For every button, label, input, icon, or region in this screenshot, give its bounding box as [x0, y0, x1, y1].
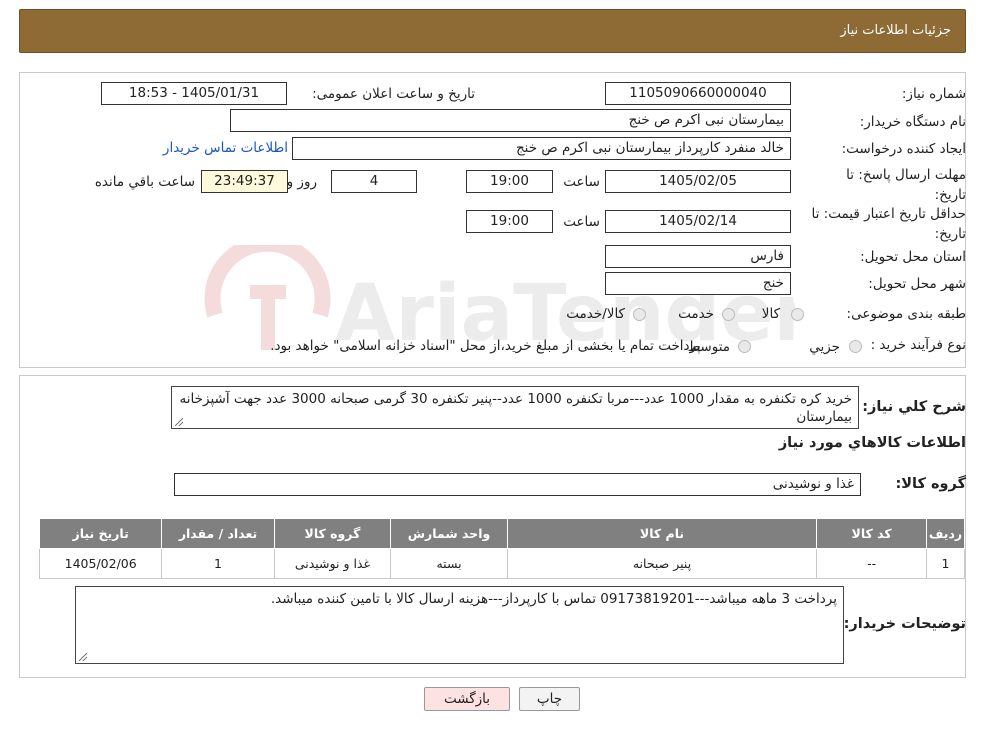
description-label: شرح کلي نياز:: [862, 399, 966, 415]
price-validity-time-field: 19:00: [466, 210, 553, 233]
cell-item-code: --: [816, 548, 928, 579]
goods-group-field: غذا و نوشیدنی: [174, 473, 861, 496]
buyer-org-field: بیمارستان نبی اکرم ص خنج: [230, 109, 791, 132]
price-validity-label-line1: حداقل تاریخ اعتبار قیمت: تا: [811, 206, 966, 222]
cell-row-number: 1: [926, 548, 965, 579]
description-text: خرید کره تکنفره به مقدار 1000 عدد---مربا…: [179, 391, 852, 425]
col-header-row-number: رديف: [926, 518, 965, 549]
reply-deadline-label-line2: تاریخ:: [934, 187, 966, 203]
buyer-contact-link[interactable]: اطلاعات تماس خریدار: [163, 140, 288, 156]
remaining-time-field: 23:49:37: [201, 170, 288, 193]
days-field: 4: [331, 170, 417, 193]
price-validity-label: حداقل تاریخ اعتبار قیمت: تا تاریخ:: [812, 204, 966, 244]
category-radio-goods[interactable]: [791, 308, 804, 321]
col-header-unit: واحد شمارش: [390, 518, 508, 549]
price-validity-date-field: 1405/02/14: [605, 210, 791, 233]
items-table-container: رديف کد کالا نام کالا واحد شمارش گروه کا…: [38, 518, 966, 579]
category-radio-service[interactable]: [722, 308, 735, 321]
announce-label: تاریخ و ساعت اعلان عمومی:: [312, 86, 475, 102]
province-field: فارس: [605, 245, 791, 268]
items-table: رديف کد کالا نام کالا واحد شمارش گروه کا…: [38, 518, 965, 579]
process-radio-minor[interactable]: [849, 340, 862, 353]
reply-date-field: 1405/02/05: [605, 170, 791, 193]
col-header-item-code: کد کالا: [816, 518, 928, 549]
reply-time-label: ساعت: [563, 174, 600, 190]
reply-time-field: 19:00: [466, 170, 553, 193]
page-title: جزئیات اطلاعات نیاز: [840, 23, 951, 38]
cell-unit: بسته: [390, 548, 508, 579]
description-textarea[interactable]: خرید کره تکنفره به مقدار 1000 عدد---مربا…: [171, 386, 859, 429]
category-option-service: خدمت: [678, 306, 714, 322]
process-note: پرداخت تمام یا بخشی از مبلغ خرید،از محل …: [270, 338, 701, 354]
resize-grip-icon[interactable]: [175, 418, 183, 426]
buyer-notes-label: توضیحات خریدار:: [843, 616, 966, 632]
buyer-notes-text: پرداخت 3 ماهه میباشد---09173819201 تماس …: [270, 591, 837, 607]
remaining-time-label: ساعت باقي مانده: [94, 174, 195, 190]
col-header-need-date: تاريخ نياز: [38, 518, 163, 549]
cell-quantity: 1: [161, 548, 275, 579]
announce-field: 1405/01/31 - 18:53: [101, 82, 287, 105]
category-option-goods: کالا: [761, 306, 780, 322]
cell-goods-group: غذا و نوشیدنی: [273, 548, 392, 579]
category-option-goods-service: کالا/خدمت: [566, 306, 625, 322]
col-header-goods-group: گروه کالا: [273, 518, 392, 549]
days-label: روز و: [286, 174, 317, 190]
creator-label: ایجاد کننده درخواست:: [841, 141, 966, 157]
col-header-item-name: نام کالا: [506, 518, 818, 549]
col-header-quantity: تعداد / مقدار: [161, 518, 275, 549]
city-label: شهر محل تحویل:: [868, 276, 966, 292]
price-validity-label-line2: تاریخ:: [934, 226, 966, 242]
buyer-org-label: نام دستگاه خریدار:: [859, 114, 966, 130]
reply-deadline-label: مهلت ارسال پاسخ: تا تاریخ:: [846, 165, 966, 205]
table-header-row: رديف کد کالا نام کالا واحد شمارش گروه کا…: [38, 518, 965, 549]
price-validity-time-label: ساعت: [563, 214, 600, 230]
goods-info-title: اطلاعات کالاهاي مورد نياز: [778, 435, 966, 451]
need-number-label: شماره نیاز:: [901, 86, 966, 102]
category-radio-goods-service[interactable]: [633, 308, 646, 321]
goods-group-label: گروه کالا:: [895, 476, 966, 492]
cell-item-name: پنیر صبحانه: [506, 548, 818, 579]
print-button[interactable]: چاپ: [519, 687, 580, 711]
resize-grip-icon[interactable]: [79, 653, 87, 661]
table-row: 1 -- پنیر صبحانه بسته غذا و نوشیدنی 1 14…: [38, 548, 965, 579]
creator-field: خالد منفرد کارپرداز بیمارستان نبی اکرم ص…: [292, 137, 791, 160]
need-number-field: 1105090660000040: [605, 82, 791, 105]
category-label: طبقه بندی موضوعی:: [846, 306, 966, 322]
reply-deadline-label-line1: مهلت ارسال پاسخ: تا: [846, 167, 966, 183]
city-field: خنج: [605, 272, 791, 295]
process-label: نوع فرآیند خرید :: [870, 337, 966, 353]
province-label: استان محل تحویل:: [860, 249, 966, 265]
page-header: جزئیات اطلاعات نیاز: [19, 9, 966, 53]
cell-need-date: 1405/02/06: [38, 548, 163, 579]
buyer-notes-textarea[interactable]: پرداخت 3 ماهه میباشد---09173819201 تماس …: [75, 586, 844, 664]
back-button[interactable]: بازگشت: [424, 687, 510, 711]
